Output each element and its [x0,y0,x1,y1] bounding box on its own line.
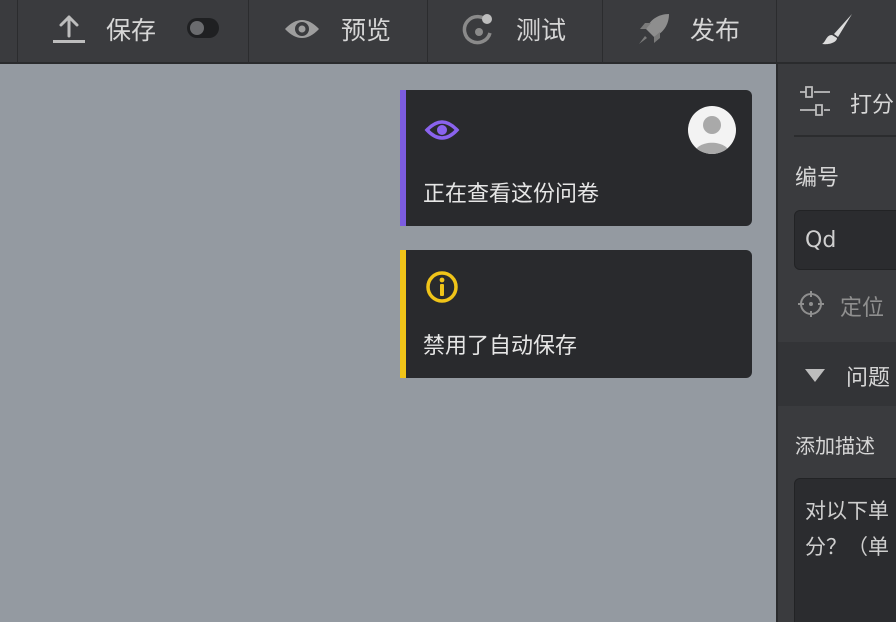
test-button[interactable]: 测试 [462,0,566,58]
toggle-knob [190,21,204,35]
toolbar-divider [427,0,428,64]
save-button[interactable]: 保存 [52,0,156,58]
id-field[interactable]: Qd [794,210,896,270]
scoring-label: 打分 [850,93,895,118]
toolbar-divider [602,0,603,64]
description-text: 对以下单 分？（单 [805,499,889,559]
toolbar-divider [776,0,777,64]
avatar [688,106,736,154]
save-label: 保存 [106,16,157,45]
scoring-row[interactable]: 打分 [798,84,894,122]
publish-label: 发布 [690,16,741,45]
eye-icon [424,116,460,148]
info-icon [425,270,459,308]
question-section-label: 问题 [846,366,891,391]
description-textarea[interactable]: 对以下单 分？（单 [794,478,896,622]
test-label: 测试 [516,16,567,45]
toolbar-divider [248,0,249,64]
add-description-label: 添加描述 [795,434,875,458]
triangle-down-icon [805,368,825,387]
crosshair-icon [798,291,824,321]
notification-message: 正在查看这份问卷 [423,182,600,207]
notification-message: 禁用了自动保存 [423,334,578,359]
locate-label: 定位 [840,296,885,321]
id-label: 编号 [795,166,840,191]
test-icon [462,12,496,46]
notification-viewing: 正在查看这份问卷 [400,90,752,226]
locate-row[interactable]: 定位 [798,290,884,322]
toolbar-divider [17,0,18,64]
sliders-icon [798,84,832,122]
preview-label: 预览 [341,16,392,45]
question-section-header[interactable]: 问题 [778,342,896,406]
upload-icon [52,12,86,46]
autosave-toggle[interactable] [187,18,219,38]
preview-button[interactable]: 预览 [283,0,391,58]
style-button[interactable] [820,0,854,58]
id-field-value: Qd [805,228,837,253]
top-toolbar: 保存 预览 测试 发布 [0,0,896,64]
notification-autosave: 禁用了自动保存 [400,250,752,378]
paintbrush-icon [820,12,854,46]
panel-divider [794,135,896,137]
notification-accent-bar [400,90,406,226]
notification-accent-bar [400,250,406,378]
properties-panel: 打分 编号 Qd 定位 问题 添加描述 对以下单 分？（单 [776,64,896,622]
rocket-icon [636,11,672,47]
eye-icon [283,15,321,43]
publish-button[interactable]: 发布 [636,0,740,58]
